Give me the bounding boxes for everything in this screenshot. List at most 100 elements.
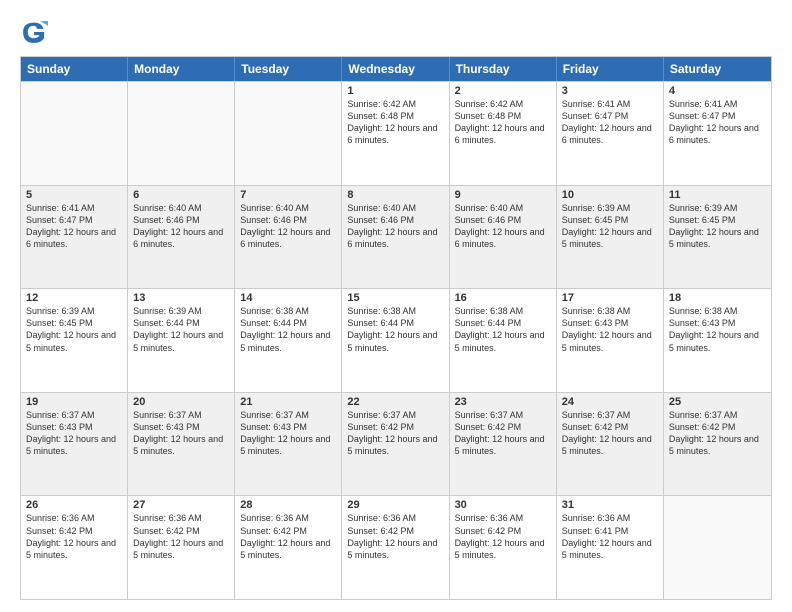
cal-cell-8: 8Sunrise: 6:40 AMSunset: 6:46 PMDaylight…	[342, 186, 449, 289]
cal-cell-15: 15Sunrise: 6:38 AMSunset: 6:44 PMDayligh…	[342, 289, 449, 392]
cell-details: Sunrise: 6:40 AMSunset: 6:46 PMDaylight:…	[133, 202, 229, 251]
cal-cell-30: 30Sunrise: 6:36 AMSunset: 6:42 PMDayligh…	[450, 496, 557, 599]
day-number: 4	[669, 85, 766, 97]
cell-details: Sunrise: 6:36 AMSunset: 6:42 PMDaylight:…	[240, 512, 336, 561]
cal-cell-10: 10Sunrise: 6:39 AMSunset: 6:45 PMDayligh…	[557, 186, 664, 289]
cal-header-thursday: Thursday	[450, 57, 557, 81]
day-number: 8	[347, 189, 443, 201]
cal-cell-empty-0-0	[21, 82, 128, 185]
cal-cell-23: 23Sunrise: 6:37 AMSunset: 6:42 PMDayligh…	[450, 393, 557, 496]
cal-cell-6: 6Sunrise: 6:40 AMSunset: 6:46 PMDaylight…	[128, 186, 235, 289]
cell-details: Sunrise: 6:37 AMSunset: 6:43 PMDaylight:…	[26, 409, 122, 458]
cell-details: Sunrise: 6:37 AMSunset: 6:42 PMDaylight:…	[455, 409, 551, 458]
cal-cell-1: 1Sunrise: 6:42 AMSunset: 6:48 PMDaylight…	[342, 82, 449, 185]
day-number: 17	[562, 292, 658, 304]
cal-header-monday: Monday	[128, 57, 235, 81]
cal-cell-9: 9Sunrise: 6:40 AMSunset: 6:46 PMDaylight…	[450, 186, 557, 289]
cal-row-3: 19Sunrise: 6:37 AMSunset: 6:43 PMDayligh…	[21, 392, 771, 496]
day-number: 25	[669, 396, 766, 408]
cal-cell-25: 25Sunrise: 6:37 AMSunset: 6:42 PMDayligh…	[664, 393, 771, 496]
cal-cell-19: 19Sunrise: 6:37 AMSunset: 6:43 PMDayligh…	[21, 393, 128, 496]
day-number: 31	[562, 499, 658, 511]
cell-details: Sunrise: 6:38 AMSunset: 6:44 PMDaylight:…	[455, 305, 551, 354]
cell-details: Sunrise: 6:39 AMSunset: 6:45 PMDaylight:…	[669, 202, 766, 251]
cell-details: Sunrise: 6:37 AMSunset: 6:42 PMDaylight:…	[347, 409, 443, 458]
day-number: 23	[455, 396, 551, 408]
cal-header-friday: Friday	[557, 57, 664, 81]
cell-details: Sunrise: 6:41 AMSunset: 6:47 PMDaylight:…	[26, 202, 122, 251]
cell-details: Sunrise: 6:42 AMSunset: 6:48 PMDaylight:…	[455, 98, 551, 147]
day-number: 20	[133, 396, 229, 408]
cell-details: Sunrise: 6:38 AMSunset: 6:44 PMDaylight:…	[240, 305, 336, 354]
day-number: 21	[240, 396, 336, 408]
cell-details: Sunrise: 6:36 AMSunset: 6:42 PMDaylight:…	[455, 512, 551, 561]
day-number: 26	[26, 499, 122, 511]
day-number: 3	[562, 85, 658, 97]
cal-cell-11: 11Sunrise: 6:39 AMSunset: 6:45 PMDayligh…	[664, 186, 771, 289]
day-number: 7	[240, 189, 336, 201]
cal-cell-empty-0-2	[235, 82, 342, 185]
cell-details: Sunrise: 6:40 AMSunset: 6:46 PMDaylight:…	[347, 202, 443, 251]
cell-details: Sunrise: 6:37 AMSunset: 6:43 PMDaylight:…	[133, 409, 229, 458]
day-number: 15	[347, 292, 443, 304]
cell-details: Sunrise: 6:41 AMSunset: 6:47 PMDaylight:…	[669, 98, 766, 147]
cell-details: Sunrise: 6:41 AMSunset: 6:47 PMDaylight:…	[562, 98, 658, 147]
day-number: 2	[455, 85, 551, 97]
cal-cell-empty-4-6	[664, 496, 771, 599]
cal-row-1: 5Sunrise: 6:41 AMSunset: 6:47 PMDaylight…	[21, 185, 771, 289]
day-number: 11	[669, 189, 766, 201]
cell-details: Sunrise: 6:37 AMSunset: 6:42 PMDaylight:…	[669, 409, 766, 458]
cal-cell-20: 20Sunrise: 6:37 AMSunset: 6:43 PMDayligh…	[128, 393, 235, 496]
cell-details: Sunrise: 6:38 AMSunset: 6:44 PMDaylight:…	[347, 305, 443, 354]
cal-header-sunday: Sunday	[21, 57, 128, 81]
cal-cell-27: 27Sunrise: 6:36 AMSunset: 6:42 PMDayligh…	[128, 496, 235, 599]
day-number: 5	[26, 189, 122, 201]
cal-cell-13: 13Sunrise: 6:39 AMSunset: 6:44 PMDayligh…	[128, 289, 235, 392]
cal-cell-16: 16Sunrise: 6:38 AMSunset: 6:44 PMDayligh…	[450, 289, 557, 392]
day-number: 24	[562, 396, 658, 408]
cal-cell-21: 21Sunrise: 6:37 AMSunset: 6:43 PMDayligh…	[235, 393, 342, 496]
cell-details: Sunrise: 6:39 AMSunset: 6:44 PMDaylight:…	[133, 305, 229, 354]
cal-cell-17: 17Sunrise: 6:38 AMSunset: 6:43 PMDayligh…	[557, 289, 664, 392]
day-number: 30	[455, 499, 551, 511]
day-number: 19	[26, 396, 122, 408]
cal-cell-14: 14Sunrise: 6:38 AMSunset: 6:44 PMDayligh…	[235, 289, 342, 392]
cell-details: Sunrise: 6:38 AMSunset: 6:43 PMDaylight:…	[669, 305, 766, 354]
day-number: 27	[133, 499, 229, 511]
cal-cell-7: 7Sunrise: 6:40 AMSunset: 6:46 PMDaylight…	[235, 186, 342, 289]
cal-header-wednesday: Wednesday	[342, 57, 449, 81]
cell-details: Sunrise: 6:36 AMSunset: 6:42 PMDaylight:…	[26, 512, 122, 561]
day-number: 28	[240, 499, 336, 511]
cal-row-4: 26Sunrise: 6:36 AMSunset: 6:42 PMDayligh…	[21, 495, 771, 599]
cal-cell-4: 4Sunrise: 6:41 AMSunset: 6:47 PMDaylight…	[664, 82, 771, 185]
cal-cell-29: 29Sunrise: 6:36 AMSunset: 6:42 PMDayligh…	[342, 496, 449, 599]
cal-cell-3: 3Sunrise: 6:41 AMSunset: 6:47 PMDaylight…	[557, 82, 664, 185]
cal-cell-31: 31Sunrise: 6:36 AMSunset: 6:41 PMDayligh…	[557, 496, 664, 599]
logo	[20, 18, 52, 46]
cal-cell-18: 18Sunrise: 6:38 AMSunset: 6:43 PMDayligh…	[664, 289, 771, 392]
day-number: 6	[133, 189, 229, 201]
cell-details: Sunrise: 6:38 AMSunset: 6:43 PMDaylight:…	[562, 305, 658, 354]
day-number: 13	[133, 292, 229, 304]
day-number: 22	[347, 396, 443, 408]
cal-cell-empty-0-1	[128, 82, 235, 185]
cell-details: Sunrise: 6:39 AMSunset: 6:45 PMDaylight:…	[26, 305, 122, 354]
cal-header-tuesday: Tuesday	[235, 57, 342, 81]
cal-row-0: 1Sunrise: 6:42 AMSunset: 6:48 PMDaylight…	[21, 81, 771, 185]
cell-details: Sunrise: 6:37 AMSunset: 6:43 PMDaylight:…	[240, 409, 336, 458]
logo-icon	[20, 18, 48, 46]
calendar: SundayMondayTuesdayWednesdayThursdayFrid…	[20, 56, 772, 600]
cal-row-2: 12Sunrise: 6:39 AMSunset: 6:45 PMDayligh…	[21, 288, 771, 392]
calendar-header-row: SundayMondayTuesdayWednesdayThursdayFrid…	[21, 57, 771, 81]
page: SundayMondayTuesdayWednesdayThursdayFrid…	[0, 0, 792, 612]
cal-cell-2: 2Sunrise: 6:42 AMSunset: 6:48 PMDaylight…	[450, 82, 557, 185]
cell-details: Sunrise: 6:42 AMSunset: 6:48 PMDaylight:…	[347, 98, 443, 147]
day-number: 14	[240, 292, 336, 304]
day-number: 18	[669, 292, 766, 304]
day-number: 1	[347, 85, 443, 97]
cal-cell-24: 24Sunrise: 6:37 AMSunset: 6:42 PMDayligh…	[557, 393, 664, 496]
cell-details: Sunrise: 6:39 AMSunset: 6:45 PMDaylight:…	[562, 202, 658, 251]
cell-details: Sunrise: 6:36 AMSunset: 6:42 PMDaylight:…	[133, 512, 229, 561]
cal-cell-28: 28Sunrise: 6:36 AMSunset: 6:42 PMDayligh…	[235, 496, 342, 599]
cal-header-saturday: Saturday	[664, 57, 771, 81]
